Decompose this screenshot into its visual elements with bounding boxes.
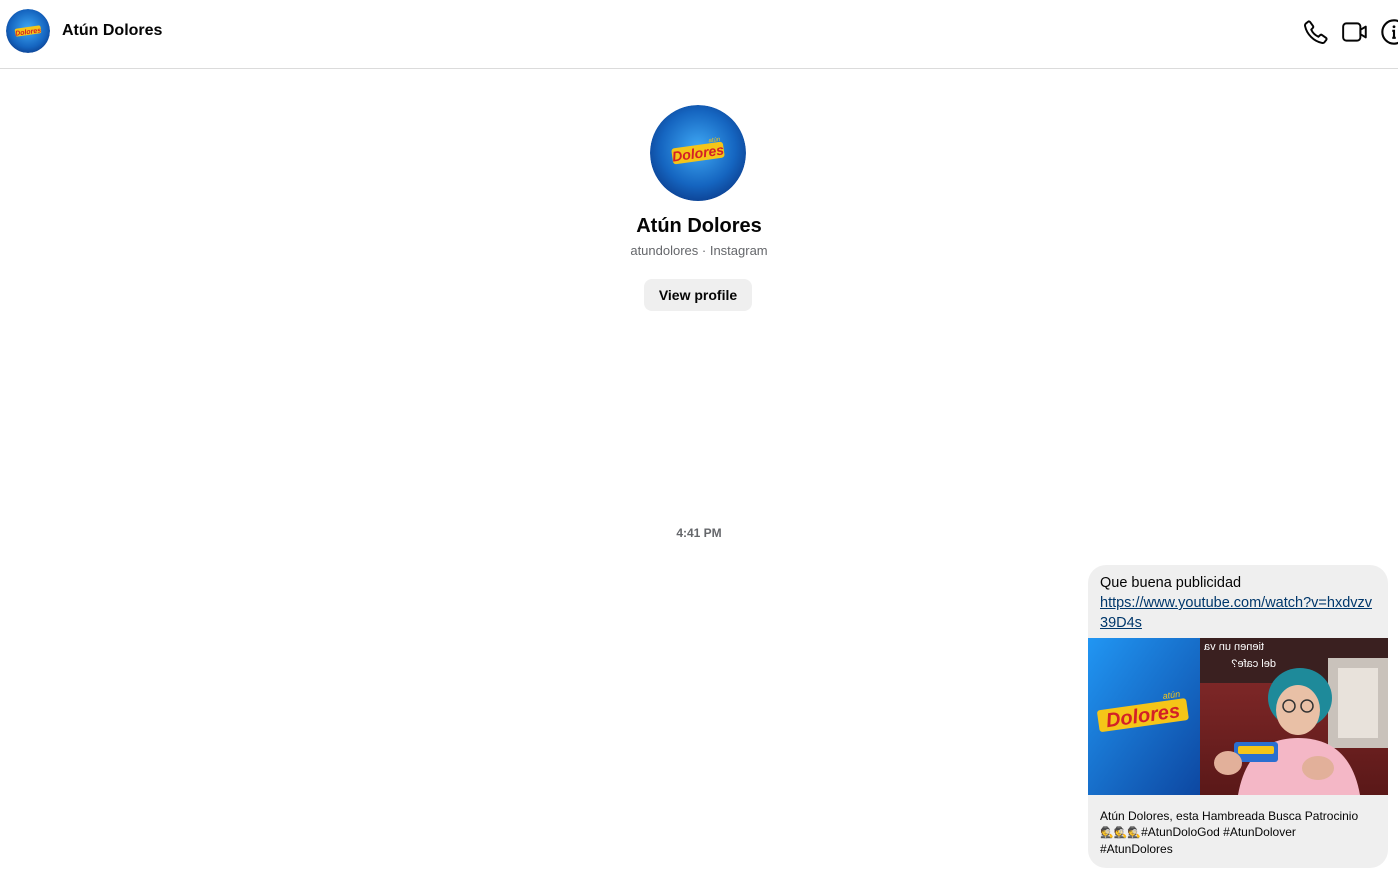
phone-icon[interactable] [1302,18,1330,46]
link-preview-caption[interactable]: Atún Dolores, esta Hambreada Busca Patro… [1100,808,1380,857]
detective-emoji-icon: 🕵🕵🕵 [1100,827,1142,839]
preview-overlay-line2: del cafe? [1231,658,1276,670]
contact-name[interactable]: Atún Dolores [62,22,162,40]
caption-line-2: 🕵🕵🕵#AtunDoloGod #AtunDolover [1100,824,1380,841]
caption-line-1: Atún Dolores, esta Hambreada Busca Patro… [1100,809,1359,823]
message-text-block: Que buena publicidad https://www.youtube… [1100,573,1380,633]
video-call-icon[interactable] [1341,18,1369,46]
message-text: Que buena publicidad [1100,575,1242,591]
info-icon[interactable] [1380,18,1398,46]
message-link[interactable]: https://www.youtube.com/watch?v=hxdvzv39… [1100,593,1380,633]
preview-overlay-line1: tienen un va [1203,641,1264,653]
profile-subtitle: atundolores · Instagram [630,243,768,258]
message-bubble[interactable]: Que buena publicidad https://www.youtube… [1088,565,1388,868]
caption-hashtags: #AtunDoloGod #AtunDolover [1141,825,1296,839]
caption-line-3: #AtunDolores [1100,842,1173,856]
link-preview-image[interactable]: Dolores atún tienen un va del cafe? [1088,638,1388,795]
conversation-header: Dolores Atún Dolores [0,0,1398,69]
message-timestamp: 4:41 PM [676,526,722,540]
profile-avatar: Dolores atún [650,105,746,201]
view-profile-button[interactable]: View profile [644,279,752,311]
contact-avatar[interactable]: Dolores [6,9,50,53]
profile-name: Atún Dolores [636,215,762,237]
